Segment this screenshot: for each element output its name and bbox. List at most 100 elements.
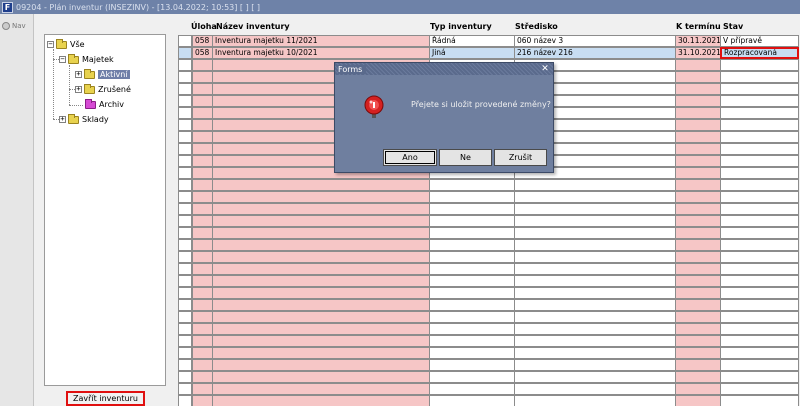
cell-stav[interactable]: [720, 383, 799, 395]
cell-nazev[interactable]: Inventura majetku 11/2021: [212, 35, 430, 47]
cell-stav[interactable]: [720, 299, 799, 311]
table-row[interactable]: [178, 251, 799, 263]
tree-node-zrusene[interactable]: + Zrušené: [75, 83, 131, 95]
table-row[interactable]: [178, 239, 799, 251]
cell-termin[interactable]: [675, 83, 721, 95]
cell-stredisko[interactable]: 060 název 3: [514, 35, 676, 47]
collapse-icon[interactable]: −: [59, 56, 66, 63]
cell-stav[interactable]: [720, 347, 799, 359]
cell-stredisko[interactable]: [514, 323, 676, 335]
nav-button[interactable]: Nav: [2, 20, 30, 32]
cell-uloha[interactable]: [192, 59, 213, 71]
collapse-icon[interactable]: −: [47, 41, 54, 48]
cell-uloha[interactable]: [192, 251, 213, 263]
row-selector[interactable]: [178, 119, 192, 131]
cell-termin[interactable]: [675, 359, 721, 371]
cell-typ[interactable]: [429, 347, 515, 359]
cell-typ[interactable]: [429, 251, 515, 263]
cell-typ[interactable]: [429, 371, 515, 383]
cell-nazev[interactable]: [212, 287, 430, 299]
cell-stredisko[interactable]: [514, 215, 676, 227]
row-selector[interactable]: [178, 35, 192, 47]
table-row[interactable]: [178, 371, 799, 383]
cell-stav[interactable]: [720, 95, 799, 107]
cell-uloha[interactable]: [192, 83, 213, 95]
row-selector[interactable]: [178, 191, 192, 203]
cell-stav[interactable]: [720, 59, 799, 71]
tree-node-aktivni[interactable]: + Aktivní: [75, 68, 130, 80]
table-row[interactable]: [178, 359, 799, 371]
table-row[interactable]: 058 Inventura majetku 11/2021 Řádná 060 náz…: [178, 35, 799, 47]
cell-uloha[interactable]: [192, 155, 213, 167]
row-selector[interactable]: [178, 395, 192, 406]
cell-termin[interactable]: [675, 347, 721, 359]
table-row[interactable]: [178, 287, 799, 299]
row-selector[interactable]: [178, 143, 192, 155]
cell-nazev[interactable]: [212, 347, 430, 359]
cell-stav[interactable]: [720, 107, 799, 119]
row-selector[interactable]: [178, 335, 192, 347]
row-selector[interactable]: [178, 239, 192, 251]
expand-icon[interactable]: +: [59, 116, 66, 123]
cell-stredisko[interactable]: [514, 383, 676, 395]
row-selector[interactable]: [178, 215, 192, 227]
cell-uloha[interactable]: [192, 95, 213, 107]
cell-nazev[interactable]: [212, 371, 430, 383]
tree-node-majetek[interactable]: − Majetek: [59, 53, 114, 65]
cell-stav[interactable]: [720, 155, 799, 167]
cell-termin[interactable]: [675, 59, 721, 71]
row-selector[interactable]: [178, 131, 192, 143]
cell-uloha[interactable]: [192, 131, 213, 143]
cell-uloha[interactable]: [192, 119, 213, 131]
cell-stav[interactable]: [720, 131, 799, 143]
cell-nazev[interactable]: [212, 239, 430, 251]
cell-termin[interactable]: [675, 119, 721, 131]
cell-termin[interactable]: [675, 311, 721, 323]
row-selector[interactable]: [178, 203, 192, 215]
cell-stav[interactable]: [720, 191, 799, 203]
cell-uloha[interactable]: [192, 215, 213, 227]
table-row[interactable]: [178, 335, 799, 347]
cell-stav[interactable]: [720, 71, 799, 83]
cell-nazev[interactable]: [212, 299, 430, 311]
cell-stredisko[interactable]: [514, 311, 676, 323]
expand-icon[interactable]: +: [75, 86, 82, 93]
cell-nazev[interactable]: [212, 335, 430, 347]
cell-uloha[interactable]: [192, 335, 213, 347]
cell-nazev[interactable]: [212, 395, 430, 406]
cell-stredisko[interactable]: [514, 335, 676, 347]
cell-termin[interactable]: [675, 167, 721, 179]
cell-uloha[interactable]: 058: [192, 47, 213, 59]
cell-termin[interactable]: [675, 335, 721, 347]
cell-uloha[interactable]: [192, 71, 213, 83]
cell-uloha[interactable]: [192, 179, 213, 191]
cell-uloha[interactable]: [192, 203, 213, 215]
cell-stav[interactable]: [720, 395, 799, 406]
cell-uloha[interactable]: [192, 287, 213, 299]
cell-stredisko[interactable]: [514, 191, 676, 203]
cell-termin[interactable]: [675, 179, 721, 191]
table-row[interactable]: [178, 323, 799, 335]
row-selector[interactable]: [178, 275, 192, 287]
cell-uloha[interactable]: [192, 347, 213, 359]
table-row[interactable]: [178, 263, 799, 275]
cell-termin[interactable]: [675, 287, 721, 299]
cell-termin[interactable]: [675, 203, 721, 215]
cell-termin[interactable]: [675, 383, 721, 395]
cell-termin[interactable]: [675, 395, 721, 406]
row-selector[interactable]: [178, 107, 192, 119]
cell-uloha[interactable]: [192, 371, 213, 383]
close-inventory-button[interactable]: Zavřít inventuru: [66, 391, 145, 406]
cell-typ[interactable]: Řádná: [429, 35, 515, 47]
cell-stav[interactable]: [720, 119, 799, 131]
cell-typ[interactable]: [429, 227, 515, 239]
tree-node-vse[interactable]: − Vše: [47, 38, 85, 50]
cell-stav[interactable]: [720, 275, 799, 287]
cell-stav[interactable]: [720, 227, 799, 239]
cell-uloha[interactable]: [192, 311, 213, 323]
cell-nazev[interactable]: [212, 275, 430, 287]
row-selector[interactable]: [178, 155, 192, 167]
cell-nazev[interactable]: [212, 311, 430, 323]
cell-stredisko[interactable]: [514, 275, 676, 287]
row-selector[interactable]: [178, 83, 192, 95]
